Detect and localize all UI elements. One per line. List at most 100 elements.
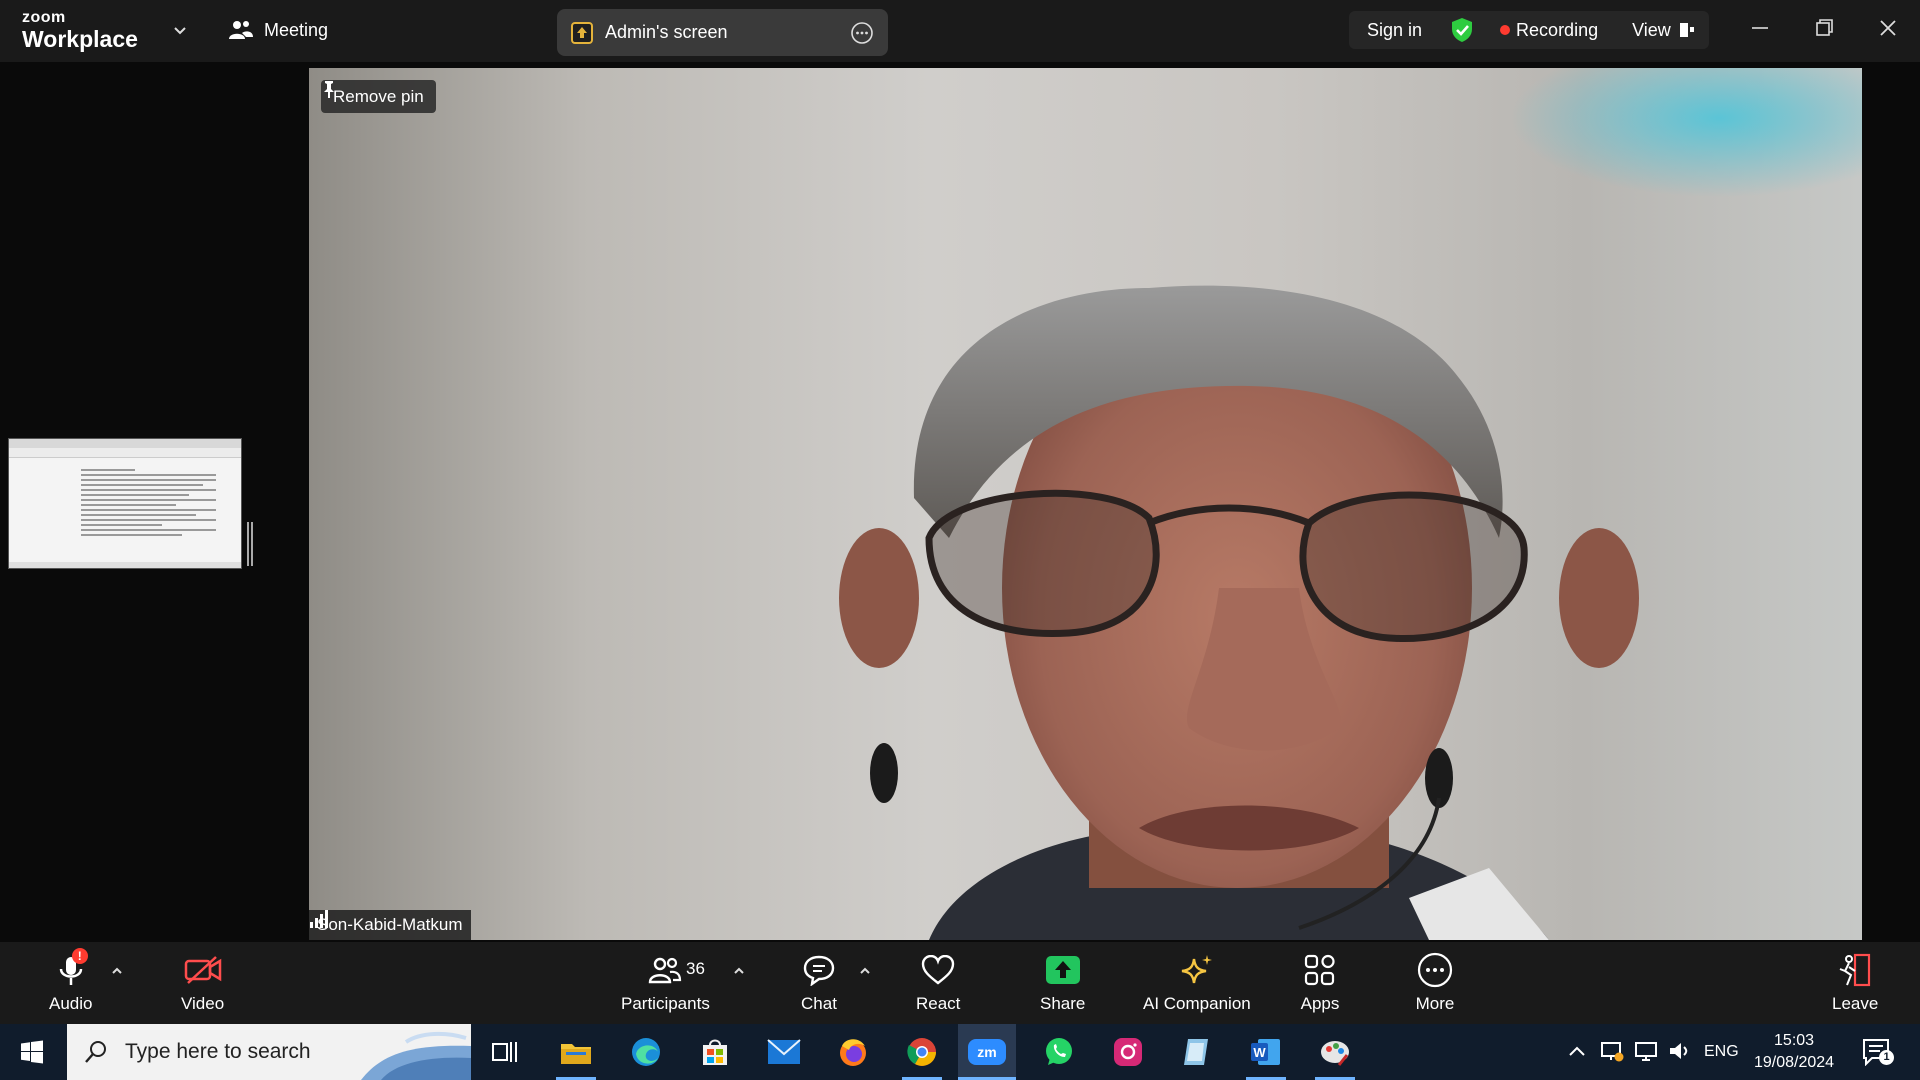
notifications-button[interactable]: 1 — [1862, 1038, 1894, 1068]
react-label: React — [916, 994, 961, 1013]
chevron-up-icon[interactable] — [1568, 1044, 1586, 1058]
sign-in-button[interactable]: Sign in — [1367, 20, 1422, 41]
language-label: ENG — [1704, 1043, 1739, 1060]
clock-date: 19/08/2024 — [1754, 1054, 1835, 1071]
zoom-taskbar-icon[interactable]: zm — [958, 1024, 1016, 1080]
chevron-down-icon[interactable] — [172, 22, 188, 38]
paint-app-icon[interactable] — [1315, 1032, 1355, 1072]
chrome-icon[interactable] — [902, 1032, 942, 1072]
chat-button[interactable]: Chat — [799, 952, 839, 1014]
svg-text:zm: zm — [977, 1044, 996, 1060]
ai-companion-button[interactable]: AI Companion — [1143, 952, 1251, 1014]
participant-video-image — [839, 285, 1639, 940]
chat-options-caret-icon[interactable] — [858, 964, 872, 978]
more-options-icon[interactable] — [850, 21, 874, 45]
panel-resize-handle[interactable] — [247, 522, 253, 566]
windows-taskbar: Type here to search zm W ENG 15:03 19/08… — [0, 1024, 1920, 1080]
network-warning-icon[interactable] — [1600, 1040, 1624, 1062]
notification-count-badge: 1 — [1879, 1050, 1894, 1065]
heart-icon — [922, 955, 955, 985]
video-button[interactable]: Video — [181, 952, 224, 1014]
meeting-menu[interactable]: Meeting — [228, 19, 328, 41]
recording-label: Recording — [1516, 19, 1599, 40]
instagram-icon[interactable] — [1108, 1032, 1148, 1072]
remove-pin-label: Remove pin — [333, 86, 424, 106]
brand-zoom: zoom — [22, 9, 66, 26]
apps-button[interactable]: Apps — [1300, 952, 1340, 1014]
brand-workplace: Workplace — [22, 26, 138, 52]
participants-count: 36 — [686, 959, 705, 978]
speaker-name: Son-Kabid-Matkum — [317, 915, 463, 934]
meeting-label: Meeting — [264, 19, 329, 40]
chat-icon — [803, 955, 835, 986]
shield-check-icon[interactable] — [1450, 17, 1474, 43]
search-placeholder: Type here to search — [125, 1040, 311, 1063]
audio-label: Audio — [49, 994, 93, 1013]
svg-text:W: W — [1253, 1045, 1266, 1060]
more-button[interactable]: More — [1415, 952, 1455, 1014]
firefox-icon[interactable] — [833, 1032, 873, 1072]
language-indicator[interactable]: ENG — [1704, 1024, 1739, 1080]
leave-label: Leave — [1832, 994, 1879, 1013]
search-highlight-image — [361, 1031, 471, 1080]
pin-icon — [324, 81, 334, 98]
display-icon[interactable] — [1634, 1040, 1658, 1062]
view-button[interactable]: View — [1632, 20, 1695, 41]
taskbar-clock[interactable]: 15:03 19/08/2024 — [1754, 1030, 1834, 1074]
windows-start-icon[interactable] — [20, 1040, 44, 1064]
speaker-name-tag: Son-Kabid-Matkum — [309, 910, 471, 940]
view-label: View — [1632, 19, 1671, 40]
remove-pin-button[interactable]: Remove pin — [321, 80, 436, 113]
session-status-group: Sign in Recording View — [1349, 11, 1709, 49]
zoom-workplace-logo[interactable]: zoom Workplace — [22, 10, 138, 51]
task-view-icon[interactable] — [485, 1032, 525, 1072]
apps-label: Apps — [1300, 994, 1340, 1013]
screen-share-indicator[interactable]: Admin's screen — [557, 9, 888, 56]
share-screen-arrow-icon — [1045, 956, 1080, 984]
participants-label: Participants — [621, 994, 710, 1013]
notes-app-icon[interactable] — [1177, 1032, 1217, 1072]
more-dots-icon — [1417, 952, 1453, 988]
chat-label: Chat — [801, 994, 837, 1013]
screen-share-label: Admin's screen — [605, 22, 728, 42]
audio-button[interactable]: ! Audio — [49, 948, 93, 1014]
people-icon — [229, 21, 253, 39]
clock-time: 15:03 — [1774, 1032, 1815, 1049]
share-button[interactable]: Share — [1040, 952, 1085, 1014]
minimize-icon[interactable] — [1746, 14, 1774, 42]
view-layout-icon — [1679, 23, 1694, 37]
leave-exit-icon — [1839, 953, 1871, 987]
participants-icon — [649, 957, 682, 984]
whatsapp-icon[interactable] — [1039, 1032, 1079, 1072]
signal-strength-icon — [310, 910, 328, 928]
taskbar-search[interactable]: Type here to search — [67, 1024, 471, 1080]
meeting-controls: ! Audio Video Participants 36 Chat React… — [0, 942, 1920, 1024]
share-screen-icon — [571, 21, 593, 44]
audio-alert-badge: ! — [71, 948, 88, 964]
share-label: Share — [1040, 994, 1086, 1013]
edge-browser-icon[interactable] — [626, 1032, 666, 1072]
leave-button[interactable]: Leave — [1832, 952, 1878, 1014]
apps-grid-icon — [1304, 954, 1335, 986]
video-off-icon — [184, 956, 221, 984]
restore-icon[interactable] — [1810, 14, 1838, 42]
mail-icon[interactable] — [764, 1032, 804, 1072]
microsoft-store-icon[interactable] — [695, 1032, 735, 1072]
search-icon — [85, 1041, 106, 1063]
shared-screen-thumbnail[interactable] — [8, 438, 242, 569]
recording-indicator[interactable]: Recording — [1500, 20, 1598, 41]
close-icon[interactable] — [1874, 14, 1902, 42]
audio-options-caret-icon[interactable] — [110, 964, 124, 978]
volume-icon[interactable] — [1668, 1040, 1692, 1062]
meeting-stage: Remove pin Son-Kabid-Matkum — [0, 62, 1920, 942]
ai-companion-label: AI Companion — [1143, 994, 1251, 1013]
react-button[interactable]: React — [916, 952, 960, 1014]
pinned-video-feed[interactable]: Remove pin Son-Kabid-Matkum — [309, 68, 1862, 940]
ai-sparkle-icon — [1181, 955, 1212, 984]
more-label: More — [1415, 994, 1455, 1013]
title-bar: zoom Workplace Meeting Admin's screen Si… — [0, 0, 1920, 62]
recording-dot-icon — [1500, 25, 1511, 35]
participants-options-caret-icon[interactable] — [732, 964, 746, 978]
file-explorer-icon[interactable] — [556, 1032, 596, 1072]
word-icon[interactable]: W — [1246, 1032, 1286, 1072]
